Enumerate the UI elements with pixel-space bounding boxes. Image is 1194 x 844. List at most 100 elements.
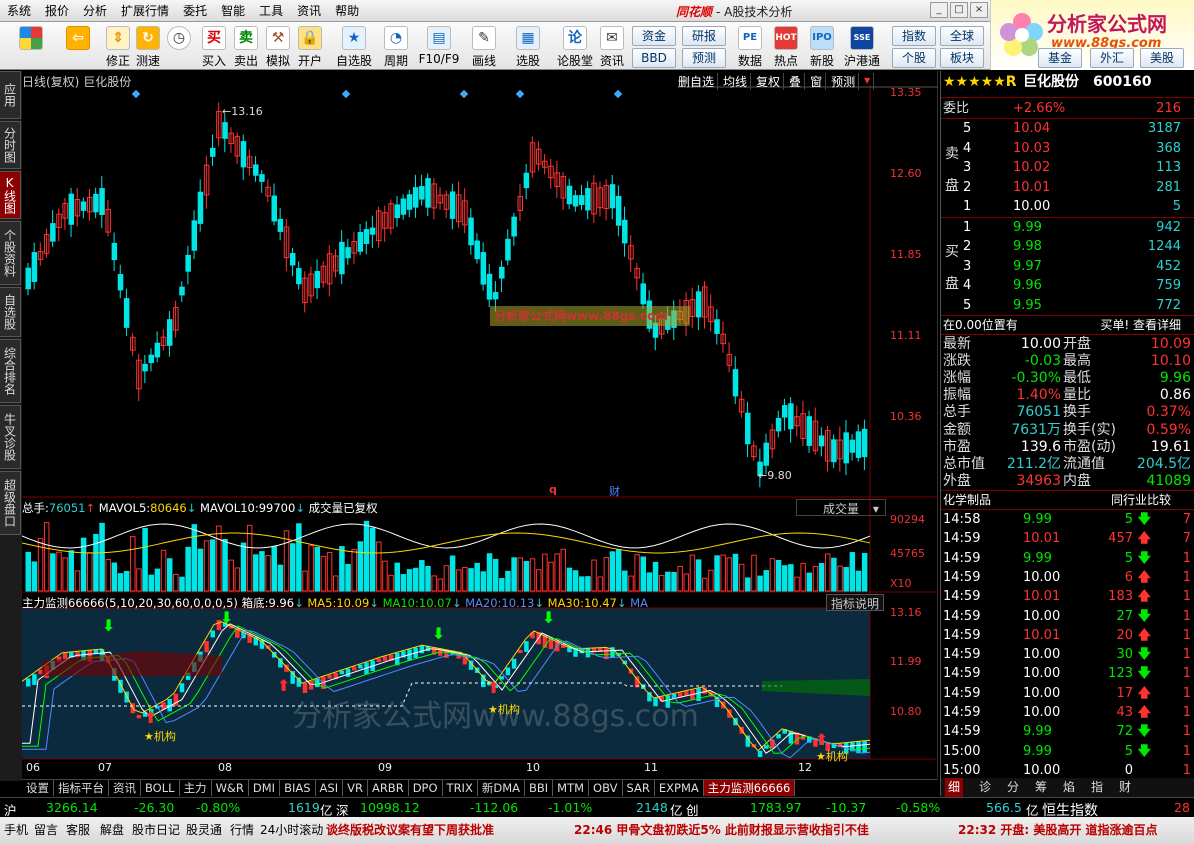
menu-analysis[interactable]: 分析 xyxy=(76,2,114,19)
tab-expma[interactable]: EXPMA xyxy=(655,780,704,796)
back-button[interactable]: ⇦ xyxy=(62,24,94,68)
tab-trix[interactable]: TRIX xyxy=(443,780,478,796)
tab-flame[interactable]: 焰 xyxy=(1063,778,1075,797)
tab-finance[interactable]: 财 xyxy=(1119,778,1131,797)
chart-area[interactable]: ⬇ ⬇ ⬇ ⬇ ⬆ ⬆ ⬆ ⬆ 日线(复权) 巨化股份 删自选 均线 复权 叠 窗 预测 ▾ … xyxy=(22,71,938,778)
tab-sar[interactable]: SAR xyxy=(623,780,655,796)
hot-button[interactable]: HOT 热点 xyxy=(772,24,800,68)
simulate-button[interactable]: ⚒ 模拟 xyxy=(264,24,292,68)
maximize-icon[interactable]: □ xyxy=(950,2,968,18)
bid-row[interactable]: 2 9.98 1244 xyxy=(941,237,1194,256)
menu-help[interactable]: 帮助 xyxy=(328,2,366,19)
ask-row[interactable]: 3 10.02 113 xyxy=(941,158,1194,177)
sell-button[interactable]: 卖卖出 xyxy=(232,24,260,68)
watchlist-button[interactable]: ★ 自选股 xyxy=(334,24,374,68)
volume-selector[interactable]: 成交量 ▾ xyxy=(796,499,886,516)
tab-diagnosis[interactable]: 牛叉诊股 xyxy=(0,405,21,469)
sector-button[interactable]: 板块 xyxy=(940,48,984,68)
us-stock-button[interactable]: 美股 xyxy=(1140,48,1184,68)
tab-new-dma[interactable]: 新DMA xyxy=(478,780,525,796)
event-diamond-icon[interactable] xyxy=(131,89,141,99)
order-note[interactable]: 在0.00位置有 买单! 查看详细 xyxy=(941,316,1194,335)
ask-row[interactable]: 4 10.03 368 xyxy=(941,139,1194,158)
event-diamond-icon[interactable] xyxy=(459,89,469,99)
tab-detail[interactable]: 细 xyxy=(945,778,964,797)
tab-index[interactable]: 指 xyxy=(1091,778,1103,797)
finance-marker[interactable]: 财 xyxy=(609,483,620,499)
window-button[interactable]: 窗 xyxy=(810,73,827,90)
status-service[interactable]: 客服 xyxy=(66,821,90,838)
q-marker[interactable]: q xyxy=(549,483,557,496)
status-message[interactable]: 留言 xyxy=(34,821,58,838)
status-24h[interactable]: 24小时滚动 xyxy=(260,821,323,838)
tab-obv[interactable]: OBV xyxy=(589,780,623,796)
menu-news[interactable]: 资讯 xyxy=(290,2,328,19)
forecast-button[interactable]: 预测 xyxy=(682,48,726,68)
tab-watchlist[interactable]: 自选股 xyxy=(0,287,21,337)
menu-trade[interactable]: 委托 xyxy=(176,2,214,19)
tab-wr[interactable]: W&R xyxy=(212,780,249,796)
global-button[interactable]: 全球 xyxy=(940,26,984,46)
remove-watchlist-button[interactable]: 删自选 xyxy=(678,73,719,90)
adjust-button[interactable]: 复权 xyxy=(756,73,785,90)
tab-arbr[interactable]: ARBR xyxy=(368,780,409,796)
bid-row[interactable]: 1 9.99 942 xyxy=(941,218,1194,237)
tab-ranking[interactable]: 综合排名 xyxy=(0,339,21,403)
stock-button[interactable]: 个股 xyxy=(892,48,936,68)
bid-row[interactable]: 3 9.97 452 xyxy=(941,257,1194,276)
forex-button[interactable]: 外汇 xyxy=(1090,48,1134,68)
speedtest-button[interactable]: ↻ 测速 xyxy=(134,24,162,68)
research-button[interactable]: 研报 xyxy=(682,26,726,46)
ma-button[interactable]: 均线 xyxy=(723,73,752,90)
tab-diagnose[interactable]: 诊 xyxy=(979,778,991,797)
status-gulingtong[interactable]: 股灵通 xyxy=(186,821,222,838)
bid-row[interactable]: 4 9.96 759 xyxy=(941,276,1194,295)
tab-distribution[interactable]: 分 xyxy=(1007,778,1019,797)
tab-mtm[interactable]: MTM xyxy=(553,780,590,796)
tab-profile[interactable]: 个股资料 xyxy=(0,221,21,285)
windows-grid-button[interactable] xyxy=(16,24,46,68)
stock-select-button[interactable]: ▦ 选股 xyxy=(510,24,546,68)
event-diamond-icon[interactable] xyxy=(341,89,351,99)
fix-button[interactable]: ⇕ 修正 xyxy=(104,24,132,68)
data-button[interactable]: PE 数据 xyxy=(736,24,764,68)
f10-button[interactable]: ▤ F10/F9 xyxy=(418,24,460,68)
tab-indicator-platform[interactable]: 指标平台 xyxy=(54,780,109,796)
bid-row[interactable]: 5 9.95 772 xyxy=(941,296,1194,315)
ipo-button[interactable]: IPO 新股 xyxy=(808,24,836,68)
index-button[interactable]: 指数 xyxy=(892,26,936,46)
ask-row[interactable]: 2 10.01 281 xyxy=(941,178,1194,197)
clock-button[interactable]: ◷ xyxy=(166,24,192,68)
hk-connect-button[interactable]: SSE 沪港通 xyxy=(842,24,882,68)
fund-button[interactable]: 基金 xyxy=(1038,48,1082,68)
dropdown-arrow-icon[interactable]: ▾ xyxy=(864,73,875,90)
forecast-chart-button[interactable]: 预测 xyxy=(831,73,860,90)
buy-button[interactable]: 买买入 xyxy=(200,24,228,68)
tab-app[interactable]: 应用 xyxy=(0,71,21,119)
capital-button[interactable]: 资金 xyxy=(632,26,676,46)
news-ticker-3[interactable]: 22:32 开盘: 美股高开 道指涨逾百点 xyxy=(958,821,1158,838)
tab-asi[interactable]: ASI xyxy=(316,780,344,796)
tab-super-orderbook[interactable]: 超级盘口 xyxy=(0,471,21,535)
menu-smart[interactable]: 智能 xyxy=(214,2,252,19)
period-button[interactable]: ◔ 周期 xyxy=(378,24,414,68)
menu-tools[interactable]: 工具 xyxy=(252,2,290,19)
menu-quote[interactable]: 报价 xyxy=(38,2,76,19)
menu-extended-quote[interactable]: 扩展行情 xyxy=(114,2,176,19)
status-mobile[interactable]: 手机 xyxy=(4,821,28,838)
industry-name[interactable]: 化学制品 xyxy=(943,491,991,510)
tab-vr[interactable]: VR xyxy=(343,780,368,796)
open-account-button[interactable]: 🔒 开户 xyxy=(296,24,324,68)
minimize-icon[interactable]: _ xyxy=(930,2,948,18)
status-diary[interactable]: 股市日记 xyxy=(132,821,180,838)
status-analysis[interactable]: 解盘 xyxy=(100,821,124,838)
tab-news[interactable]: 资讯 xyxy=(109,780,141,796)
status-quote[interactable]: 行情 xyxy=(230,821,254,838)
tab-chips[interactable]: 筹 xyxy=(1035,778,1047,797)
event-diamond-icon[interactable] xyxy=(613,89,623,99)
news-button[interactable]: ✉ 资讯 xyxy=(598,24,626,68)
tab-dpo[interactable]: DPO xyxy=(409,780,443,796)
tab-settings[interactable]: 设置 xyxy=(22,780,54,796)
forum-button[interactable]: 论论股堂 xyxy=(556,24,594,68)
tab-boll[interactable]: BOLL xyxy=(141,780,180,796)
